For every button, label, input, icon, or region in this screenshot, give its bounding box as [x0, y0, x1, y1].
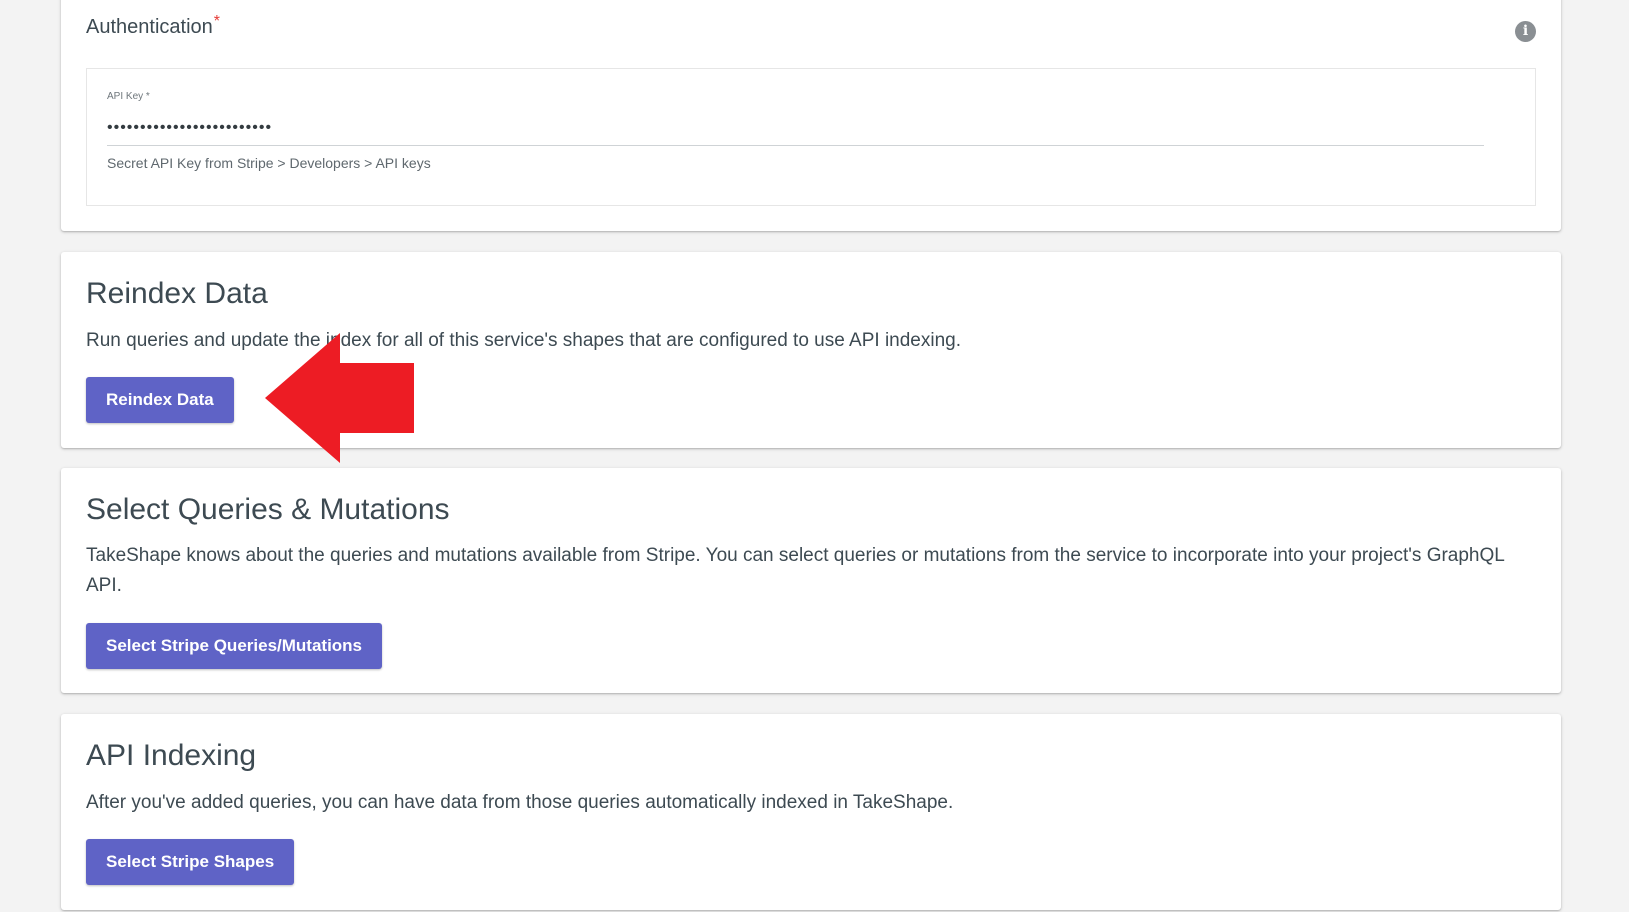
required-asterisk: * [213, 13, 220, 30]
authentication-card: Authentication* i API Key * ••••••••••••… [61, 0, 1561, 231]
select-queries-button[interactable]: Select Stripe Queries/Mutations [86, 623, 383, 669]
red-arrow-left-icon [265, 333, 414, 463]
select-queries-card: Select Queries & Mutations TakeShape kno… [61, 468, 1561, 693]
select-shapes-button[interactable]: Select Stripe Shapes [86, 839, 295, 885]
api-key-label: API Key * [107, 91, 150, 102]
authentication-heading: Authentication* [86, 13, 220, 39]
info-icon[interactable]: i [1515, 21, 1536, 42]
select-queries-description: TakeShape knows about the queries and mu… [86, 545, 1505, 596]
api-key-field-group: API Key * ••••••••••••••••••••••••• Secr… [86, 68, 1536, 206]
select-queries-title: Select Queries & Mutations [86, 493, 450, 526]
reindex-data-title: Reindex Data [86, 277, 268, 310]
authentication-heading-text: Authentication [86, 16, 213, 38]
api-key-helper-text: Secret API Key from Stripe > Developers … [107, 155, 431, 171]
api-key-input[interactable]: ••••••••••••••••••••••••• [107, 113, 1484, 146]
api-indexing-card: API Indexing After you've added queries,… [61, 714, 1561, 910]
reindex-data-button[interactable]: Reindex Data [86, 377, 234, 423]
api-indexing-title: API Indexing [86, 739, 257, 772]
api-indexing-description: After you've added queries, you can have… [86, 792, 954, 813]
